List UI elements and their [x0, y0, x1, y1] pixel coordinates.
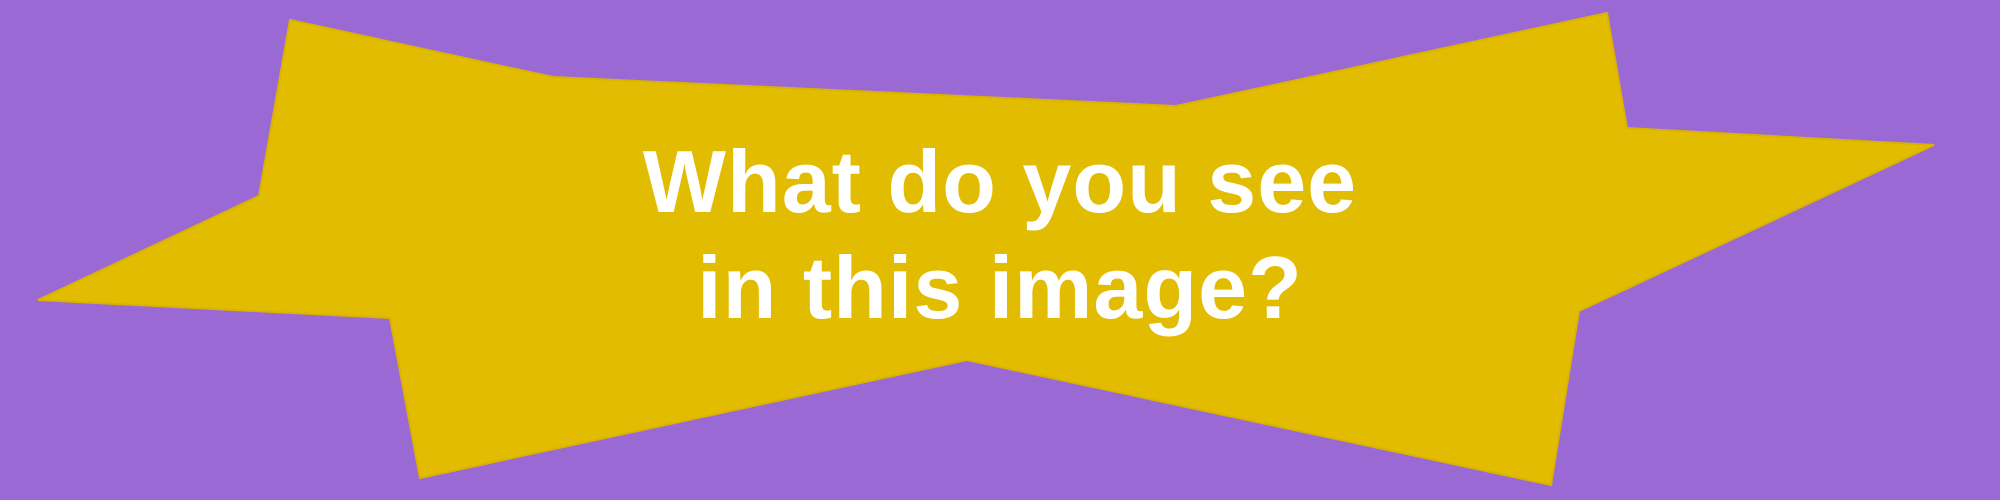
question-line-1: What do you see	[642, 132, 1358, 231]
question-line-2: in this image?	[697, 238, 1303, 337]
question-banner: What do you see in this image?	[0, 0, 2000, 500]
question-text: What do you see in this image?	[500, 125, 1500, 345]
